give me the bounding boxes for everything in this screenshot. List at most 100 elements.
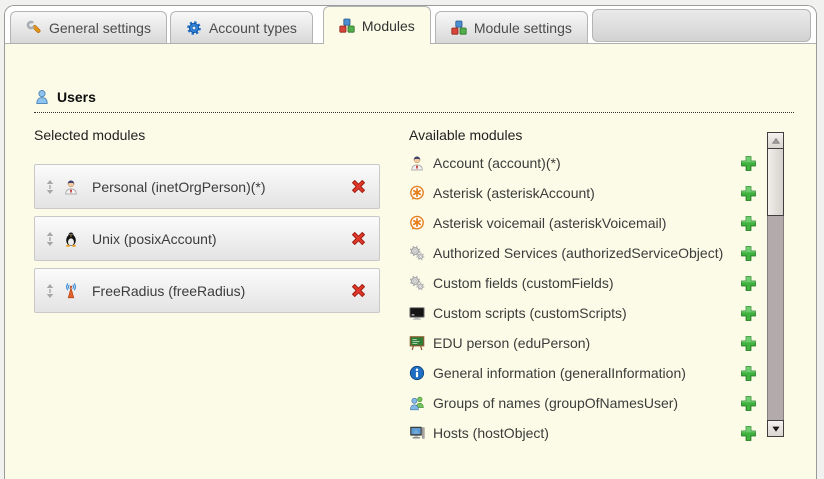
add-module-button[interactable] [740, 365, 757, 382]
plus-icon [740, 185, 757, 202]
scrollbar-track[interactable] [767, 216, 784, 420]
plus-icon [740, 335, 757, 352]
tab-label: Modules [362, 18, 415, 34]
add-module-button[interactable] [740, 425, 757, 442]
info-icon [409, 365, 425, 381]
tab-label: Account types [209, 20, 297, 36]
tab-account-types[interactable]: Account types [170, 11, 313, 44]
remove-module-button[interactable] [350, 282, 367, 299]
gears-icon [409, 275, 425, 291]
tab-bar: General settings Account types Modules M… [5, 6, 816, 44]
selected-module-row[interactable]: Unix (posixAccount) [34, 216, 380, 261]
host-icon [409, 425, 425, 441]
module-label: Groups of names (groupOfNamesUser) [433, 395, 678, 411]
plus-icon [740, 215, 757, 232]
gears-icon [409, 245, 425, 261]
plus-icon [740, 245, 757, 262]
radius-icon [63, 283, 79, 299]
plus-icon [740, 305, 757, 322]
module-label: Personal (inetOrgPerson)(*) [92, 179, 266, 195]
tab-module-settings[interactable]: Module settings [435, 11, 588, 44]
module-label: EDU person (eduPerson) [433, 335, 590, 351]
module-label: Unix (posixAccount) [92, 231, 217, 247]
drag-icon[interactable] [45, 283, 55, 299]
add-module-button[interactable] [740, 185, 757, 202]
remove-module-button[interactable] [350, 178, 367, 195]
selected-modules-heading: Selected modules [34, 127, 380, 144]
module-label: FreeRadius (freeRadius) [92, 283, 245, 299]
gear-icon [186, 20, 202, 36]
scroll-down-icon [771, 424, 781, 434]
module-label: Asterisk voicemail (asteriskVoicemail) [433, 215, 666, 231]
add-module-button[interactable] [740, 305, 757, 322]
available-module-row: Account (account)(*) [409, 148, 759, 178]
delete-icon [350, 282, 367, 299]
scroll-up-icon [771, 136, 781, 146]
selected-modules-column: Selected modules Personal (inetOrgPerson… [34, 127, 380, 448]
delete-icon [350, 230, 367, 247]
module-label: Custom fields (customFields) [433, 275, 614, 291]
selected-modules-list: Personal (inetOrgPerson)(*) Unix (posixA… [34, 164, 380, 313]
add-module-button[interactable] [740, 245, 757, 262]
person-icon [63, 179, 79, 195]
add-module-button[interactable] [740, 395, 757, 412]
person-icon [409, 155, 425, 171]
modules-icon [451, 20, 467, 36]
remove-module-button[interactable] [350, 230, 367, 247]
available-module-row: Custom scripts (customScripts) [409, 298, 759, 328]
add-module-button[interactable] [740, 215, 757, 232]
tab-label: Module settings [474, 20, 572, 36]
add-module-button[interactable] [740, 335, 757, 352]
selected-module-row[interactable]: Personal (inetOrgPerson)(*) [34, 164, 380, 209]
module-label: Asterisk (asteriskAccount) [433, 185, 595, 201]
available-module-row: Custom fields (customFields) [409, 268, 759, 298]
available-module-row: Hosts (hostObject) [409, 418, 759, 448]
tux-icon [63, 231, 79, 247]
board-icon [409, 335, 425, 351]
selected-module-row[interactable]: FreeRadius (freeRadius) [34, 268, 380, 313]
available-modules-column: Available modules Account (account)(*) [409, 127, 784, 448]
available-modules-scrollbar[interactable] [767, 132, 784, 437]
available-modules-list: Account (account)(*) Asterisk (asteriskA… [409, 148, 759, 448]
scroll-up-button[interactable] [767, 132, 784, 149]
scroll-down-button[interactable] [767, 420, 784, 437]
tab-label: General settings [49, 20, 151, 36]
available-module-row: EDU person (eduPerson) [409, 328, 759, 358]
available-module-row: Groups of names (groupOfNamesUser) [409, 388, 759, 418]
module-columns: Selected modules Personal (inetOrgPerson… [34, 127, 816, 448]
user-icon [34, 89, 50, 105]
available-module-row: Asterisk (asteriskAccount) [409, 178, 759, 208]
plus-icon [740, 395, 757, 412]
terminal-icon [409, 305, 425, 321]
section-title: Users [57, 89, 96, 105]
module-label: General information (generalInformation) [433, 365, 686, 381]
scrollbar-thumb[interactable] [767, 149, 784, 216]
module-label: Custom scripts (customScripts) [433, 305, 627, 321]
delete-icon [350, 178, 367, 195]
asterisk-icon [409, 185, 425, 201]
available-module-row: General information (generalInformation) [409, 358, 759, 388]
module-label: Hosts (hostObject) [433, 425, 549, 441]
drag-icon[interactable] [45, 231, 55, 247]
module-label: Account (account)(*) [433, 155, 561, 171]
group-icon [409, 395, 425, 411]
available-module-row: Authorized Services (authorizedServiceOb… [409, 238, 759, 268]
tab-modules[interactable]: Modules [323, 6, 431, 44]
plus-icon [740, 155, 757, 172]
tab-general-settings[interactable]: General settings [10, 11, 167, 44]
drag-icon[interactable] [45, 179, 55, 195]
tab-bar-filler [592, 9, 811, 42]
module-config-window: General settings Account types Modules M… [4, 5, 817, 479]
plus-icon [740, 275, 757, 292]
users-section-header: Users [34, 89, 794, 113]
available-module-row: Asterisk voicemail (asteriskVoicemail) [409, 208, 759, 238]
available-modules-heading: Available modules [409, 127, 759, 144]
add-module-button[interactable] [740, 275, 757, 292]
plus-icon [740, 425, 757, 442]
modules-icon [339, 18, 355, 34]
wrench-icon [26, 20, 42, 36]
asterisk-icon [409, 215, 425, 231]
modules-tab-panel: Users Selected modules Personal (inetOrg… [5, 44, 816, 479]
module-label: Authorized Services (authorizedServiceOb… [433, 245, 723, 261]
add-module-button[interactable] [740, 155, 757, 172]
